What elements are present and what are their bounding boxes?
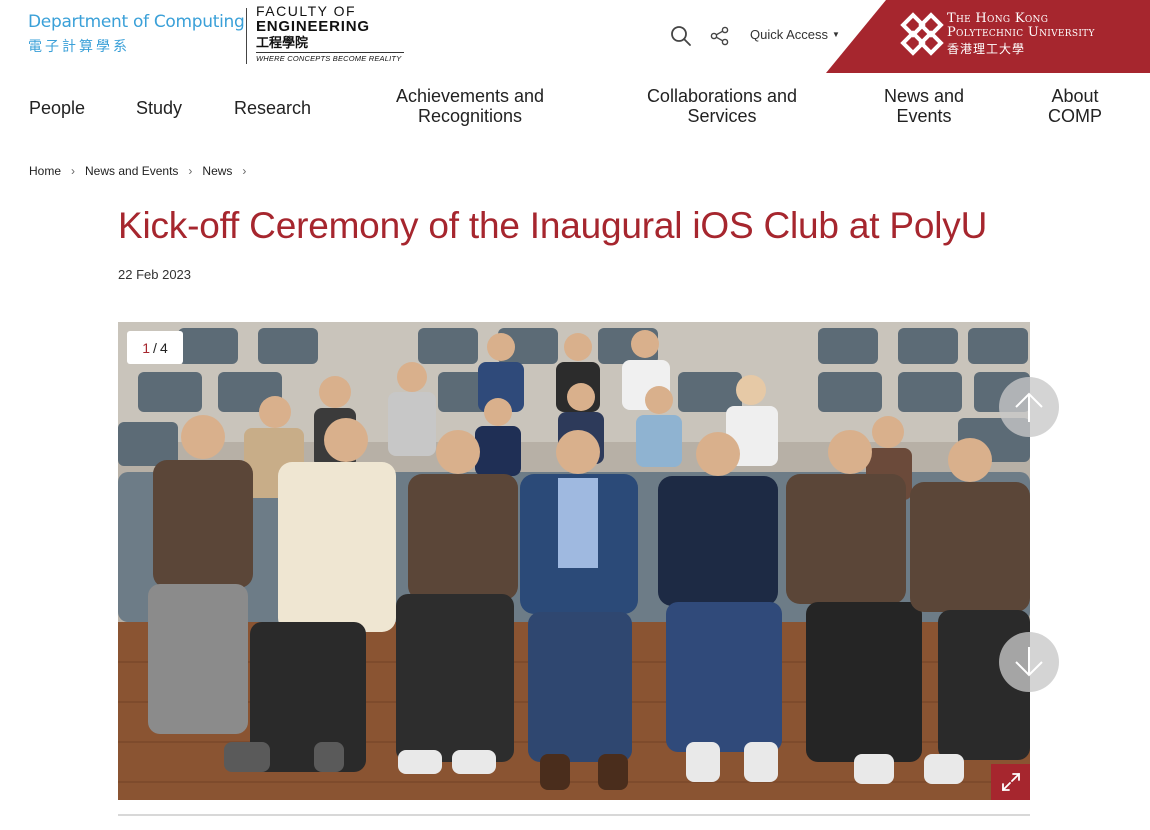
nav-item-news-line2: Events — [896, 106, 952, 126]
nav-item-about-line2: COMP — [1048, 106, 1102, 126]
slide-separator: / — [153, 339, 157, 356]
gallery-next-button[interactable] — [999, 632, 1059, 692]
university-name-en: The Hong Kong Polytechnic University — [947, 12, 1095, 40]
chevron-right-icon: › — [71, 164, 76, 178]
nav-item-news-and-events[interactable]: News and Events — [864, 86, 984, 126]
polyu-logo[interactable]: The Hong Kong Polytechnic University 香港理… — [826, 0, 1150, 73]
nav-item-collaborations[interactable]: Collaborations and Services — [632, 86, 812, 126]
nav-item-study[interactable]: Study — [136, 98, 182, 118]
site-header: Department of Computing 電子計算學系 FACULTY O… — [0, 0, 1150, 80]
breadcrumb-news[interactable]: News — [202, 164, 232, 178]
nav-item-research[interactable]: Research — [234, 98, 311, 118]
chevron-right-icon: › — [242, 164, 247, 178]
faculty-logo-rule — [256, 52, 404, 53]
faculty-name-line1: FACULTY OF — [256, 3, 357, 19]
slide-counter: 1 / 4 — [127, 331, 183, 364]
image-gallery[interactable]: 1 / 4 — [118, 322, 1030, 800]
share-icon — [710, 26, 729, 46]
slide-total: 4 — [159, 339, 168, 356]
logo-divider — [246, 8, 247, 64]
nav-item-achievements-line1: Achievements and — [395, 86, 545, 106]
page-title: Kick-off Ceremony of the Inaugural iOS C… — [118, 205, 988, 246]
nav-item-collaborations-line1: Collaborations and — [646, 86, 798, 106]
nav-item-achievements[interactable]: Achievements and Recognitions — [380, 86, 560, 126]
expand-icon — [1001, 773, 1020, 791]
faculty-name-zh: 工程學院 — [256, 35, 309, 50]
faculty-tagline: WHERE CONCEPTS BECOME REALITY — [256, 54, 402, 63]
department-logo[interactable]: Department of Computing 電子計算學系 — [28, 12, 245, 56]
share-button[interactable] — [710, 25, 732, 47]
breadcrumb-news-and-events[interactable]: News and Events — [85, 164, 178, 178]
group-photo — [118, 322, 1030, 800]
nav-item-news-line1: News and — [883, 86, 965, 106]
nav-item-achievements-line2: Recognitions — [417, 106, 523, 126]
gallery-prev-button[interactable] — [999, 377, 1059, 437]
arrow-down-icon — [1015, 647, 1043, 677]
chevron-right-icon: › — [188, 164, 193, 178]
university-name-line2: Polytechnic University — [947, 25, 1095, 40]
university-name-zh: 香港理工大學 — [947, 42, 1026, 56]
nav-item-collaborations-line2: Services — [687, 106, 757, 126]
search-button[interactable] — [670, 24, 694, 48]
search-icon — [671, 26, 691, 46]
faculty-name-line2: ENGINEERING — [256, 18, 370, 35]
gallery-divider — [118, 814, 1030, 816]
article-date: 22 Feb 2023 — [118, 267, 192, 282]
university-name-line1: The Hong Kong — [947, 11, 1049, 26]
nav-item-people[interactable]: People — [29, 98, 85, 118]
department-name-zh: 電子計算學系 — [28, 39, 130, 55]
faculty-logo[interactable]: FACULTY OF ENGINEERING 工程學院 WHERE CONCEP… — [256, 4, 406, 63]
nav-item-about-line1: About — [1051, 86, 1099, 106]
breadcrumb-home[interactable]: Home — [29, 164, 61, 178]
department-name-en: Department of Computing — [28, 12, 245, 32]
quick-access-label: Quick Access — [750, 27, 829, 42]
fullscreen-button[interactable] — [991, 764, 1030, 800]
arrow-up-icon — [1015, 392, 1043, 422]
breadcrumb: Home › News and Events › News › — [29, 164, 256, 178]
slide-current: 1 — [142, 339, 151, 356]
main-navigation: People Study Research Achievements and R… — [0, 86, 1150, 136]
polyu-emblem-icon — [900, 12, 944, 56]
nav-item-about-comp[interactable]: About COMP — [1030, 86, 1120, 126]
